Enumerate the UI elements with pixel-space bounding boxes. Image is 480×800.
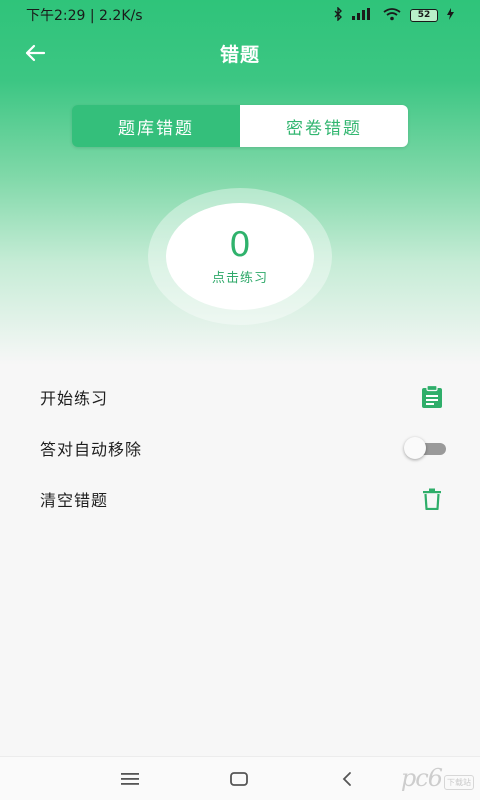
home-button[interactable]	[227, 767, 251, 791]
practice-ring: 0 点击练习	[148, 188, 332, 325]
back-button[interactable]	[22, 40, 48, 66]
tab-label: 密卷错题	[286, 118, 362, 139]
auto-remove-row: 答对自动移除	[0, 423, 480, 473]
page-title: 错题	[219, 43, 260, 66]
tab-secret-paper-errors[interactable]: 密卷错题	[240, 105, 408, 147]
clipboard-icon	[418, 383, 446, 411]
menu-button[interactable]	[118, 767, 142, 791]
system-back-button[interactable]	[335, 767, 359, 791]
hamburger-icon	[121, 773, 139, 785]
trash-icon	[418, 485, 446, 513]
watermark-badge: 下载站	[444, 774, 474, 790]
charging-icon	[447, 8, 454, 22]
chevron-left-icon	[342, 772, 351, 786]
tab-question-bank-errors[interactable]: 题库错题	[72, 105, 240, 147]
bluetooth-icon	[334, 6, 343, 23]
status-time: 下午2:29 | 2.2K/s	[26, 8, 143, 24]
home-square-icon	[230, 772, 248, 786]
watermark-logo: pc6 下载站	[401, 763, 474, 793]
battery-icon: 52	[410, 8, 438, 22]
practice-label: 点击练习	[211, 271, 268, 286]
toggle-knob	[404, 437, 426, 459]
status-icons: 52	[334, 6, 454, 23]
error-count: 0	[229, 225, 251, 265]
watermark-text: pc6	[400, 764, 443, 792]
auto-remove-label: 答对自动移除	[40, 440, 143, 459]
segment-control: 题库错题 密卷错题	[72, 105, 408, 147]
signal-icon	[352, 8, 374, 22]
auto-remove-toggle[interactable]	[404, 437, 448, 459]
clear-errors-label: 清空错题	[40, 491, 109, 510]
start-practice-row[interactable]: 开始练习	[0, 372, 480, 422]
tab-label: 题库错题	[118, 118, 194, 139]
status-bar: 下午2:29 | 2.2K/s 52	[0, 0, 480, 30]
arrow-left-icon	[25, 44, 46, 62]
start-practice-label: 开始练习	[40, 389, 109, 408]
clear-errors-row[interactable]: 清空错题	[0, 474, 480, 524]
practice-button[interactable]: 0 点击练习	[166, 203, 314, 310]
nav-bar: 错题	[0, 30, 480, 76]
wifi-icon	[383, 7, 401, 23]
